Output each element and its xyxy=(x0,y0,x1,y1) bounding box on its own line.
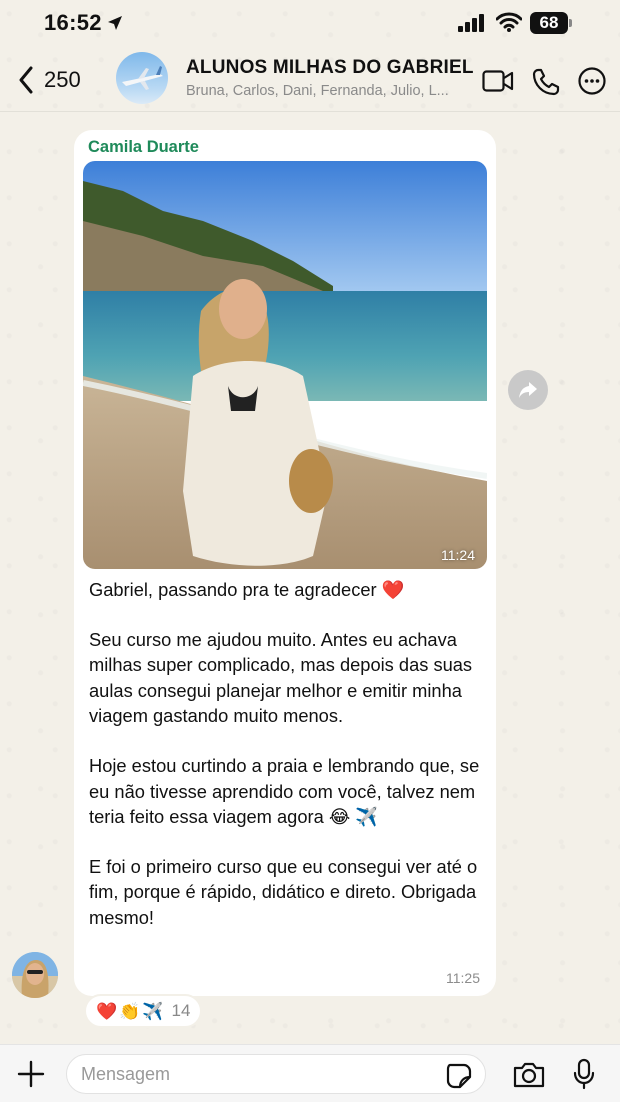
photo-timestamp: 11:24 xyxy=(441,547,475,563)
reaction-airplane: ✈️ xyxy=(142,1001,164,1021)
chat-header: 250 ALUNOS MILHAS DO GABRIEL Bruna, Carl… xyxy=(0,48,620,112)
group-title[interactable]: ALUNOS MILHAS DO GABRIEL xyxy=(186,57,474,79)
message-paragraph: Gabriel, passando pra te agradecer ❤️ xyxy=(89,579,405,600)
camera-icon[interactable] xyxy=(512,1061,546,1094)
sender-avatar[interactable] xyxy=(12,952,58,998)
location-arrow-icon xyxy=(106,14,124,32)
sticker-icon[interactable] xyxy=(446,1063,472,1094)
battery-icon: 68 xyxy=(530,12,572,34)
message-paragraph: Hoje estou curtindo a praia e lembrando … xyxy=(89,754,480,828)
header-divider xyxy=(0,111,620,112)
message-input-bar: Mensagem xyxy=(0,1044,620,1102)
status-time: 16:52 xyxy=(44,10,102,35)
reactions-pill[interactable]: ❤️ 👏 ✈️ 14 xyxy=(84,994,203,1028)
reaction-count: 14 xyxy=(171,1001,191,1020)
reaction-clap: 👏 xyxy=(119,1001,141,1021)
status-bar: 16:52 68 xyxy=(0,0,620,48)
message-input[interactable]: Mensagem xyxy=(66,1054,486,1094)
message-paragraph: Seu curso me ajudou muito. Antes eu acha… xyxy=(89,628,473,727)
chevron-left-icon xyxy=(19,66,33,94)
message-photo[interactable]: 11:24 xyxy=(83,161,487,569)
group-avatar[interactable] xyxy=(116,52,168,104)
unread-count: 250 xyxy=(44,67,81,92)
group-members[interactable]: Bruna, Carlos, Dani, Fernanda, Julio, L.… xyxy=(186,83,466,99)
forward-button[interactable] xyxy=(508,370,548,410)
voice-call-icon[interactable] xyxy=(532,68,560,101)
back-button[interactable]: 250 xyxy=(18,62,81,98)
forward-icon xyxy=(519,382,537,398)
battery-level: 68 xyxy=(530,12,568,34)
message-timestamp: 11:25 xyxy=(446,970,480,986)
reaction-heart: ❤️ xyxy=(96,1001,118,1021)
message-text: Gabriel, passando pra te agradecer ❤️ Se… xyxy=(89,577,484,955)
message-paragraph: E foi o primeiro curso que eu consegui v… xyxy=(89,855,478,928)
microphone-icon[interactable] xyxy=(572,1058,596,1095)
message-bubble[interactable]: Camila Duarte 11:24 Gabriel, passando pr… xyxy=(74,130,496,996)
video-call-icon[interactable] xyxy=(482,70,514,97)
attach-plus-icon[interactable] xyxy=(16,1059,46,1094)
more-options-icon[interactable] xyxy=(578,67,606,100)
sender-name[interactable]: Camila Duarte xyxy=(88,138,199,157)
cellular-signal-icon xyxy=(458,14,486,37)
wifi-icon xyxy=(495,12,523,37)
